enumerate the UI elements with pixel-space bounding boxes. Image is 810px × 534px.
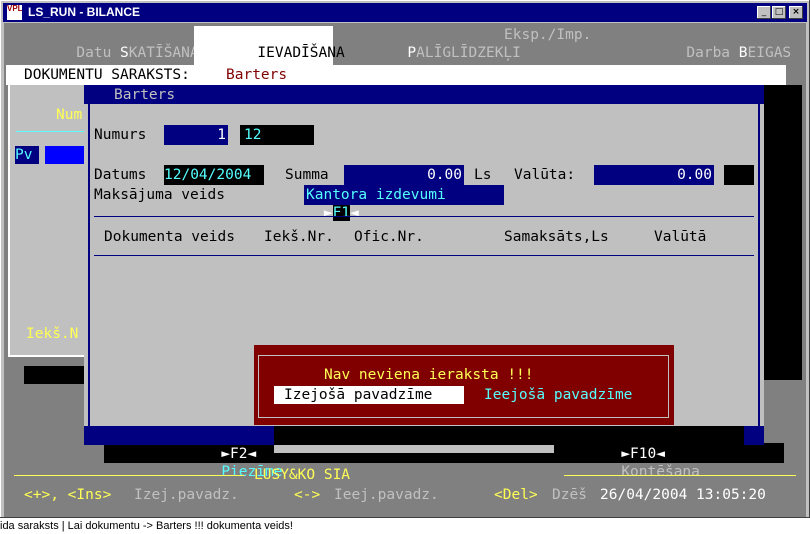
app-window: VPLS LS_RUN - BILANCE _ □ × Datu SKATĪŠA… [0,0,810,518]
minimize-icon[interactable]: _ [757,6,771,19]
menu-label: Datu [76,45,121,61]
menu-hotkey: P [407,45,417,61]
valuta-label: Valūta: [514,167,576,183]
hint-minus-key: <-> [294,487,321,503]
ls-label: Ls [474,167,492,183]
menu-label: ALĪGLĪDZEKĻI [416,45,521,61]
list-column-fragment: Num [56,107,83,123]
menu-label: KATĪŠANA [128,45,199,61]
column-valuta: Valūtā [654,229,707,245]
menu-label: EVADĪŠANA [266,45,345,61]
dialog-title-bar: Barters [84,85,764,104]
hint-minus-text: Ieej.pavadz. [334,487,439,503]
f2-key-label: F2 [230,446,248,462]
alert-message: Nav neviena ieraksta !!! [324,367,534,383]
option-izejosa-button[interactable]: Izejošā pavadzīme [274,386,464,404]
dialog-border-left [88,104,90,426]
valuta-field[interactable]: 0.00 [594,165,714,185]
maksajuma-veids-label: Maksājuma veids [94,187,225,203]
dialog-border-right [758,104,760,426]
dialog-title: Barters [114,87,176,103]
app-icon: VPLS [7,5,22,20]
arrow-right-icon: ► [323,205,333,221]
summa-label: Summa [285,167,329,183]
hint-ins-key: <+>, <Ins> [24,487,112,503]
maksajuma-veids-field[interactable]: Kantora izdevumi [304,185,504,205]
menu-eksp-imp[interactable]: Eksp./Imp. [504,26,591,44]
shadow [24,366,86,384]
numurs-field[interactable]: 1 [164,125,228,145]
alert-dialog: Nav neviena ieraksta !!! Izejošā pavadzī… [254,345,674,425]
datums-label: Datums [94,167,147,183]
menu-hotkey: S [120,45,129,61]
arrow-left-icon: ◄ [350,205,359,221]
document-list-window: DOKUMENTU SARAKSTS: Barters [6,65,786,85]
clock: 26/04/2004 13:05:20 [600,487,766,503]
list-title-value: Barters [226,67,288,83]
alert-border-top [258,355,668,356]
title-bar[interactable]: VPLS LS_RUN - BILANCE _ □ × [3,3,807,22]
numurs-field-2[interactable]: 12 [240,125,314,145]
datums-field[interactable]: 12/04/2004 [164,165,264,185]
list-bottom-fragment: Iekš.N [26,326,79,342]
maximize-icon[interactable]: □ [772,6,786,19]
alert-border-left [258,355,259,417]
column-dokumenta-veids: Dokumenta veids [104,229,235,245]
menu-label: EIGAS [747,45,792,61]
close-icon[interactable]: × [789,6,803,19]
list-row-fragment[interactable]: Pv [15,146,39,164]
menu-label: Darba [686,45,739,61]
footer-line-right [564,475,796,476]
arrow-left-icon: ◄ [247,446,257,462]
footer-line-left [14,475,244,476]
status-bar: ida saraksts | Lai dokumentu -> Barters … [0,520,293,532]
console-screen: Datu SKATĪŠANA IEVADĪŠANA PALĪGLĪDZEKĻI … [4,23,806,517]
column-ofic-nr: Ofic.Nr. [354,229,424,245]
option-ieejosa-button[interactable]: Ieejošā pavadzīme [484,386,632,404]
alert-border-bottom [258,417,669,418]
column-samaksats-ls: Samaksāts,Ls [504,229,609,245]
dialog-function-bar: ►F2◄ Piezīme ►F10◄ Kontēšana [84,426,764,480]
hint-del-text: Dzēš [552,487,587,503]
company-name: LUSY&KO SIA [254,467,351,483]
window-title: LS_RUN - BILANCE [28,5,141,19]
numurs-label: Numurs [94,127,147,143]
summa-field[interactable]: 0.00 [344,165,464,185]
table-top-divider [94,216,754,217]
column-ieks-nr: Iekš.Nr. [264,229,334,245]
status-strip [274,445,554,453]
arrow-right-icon: ► [221,446,231,462]
list-divider [16,131,92,132]
menu-hotkey: I [257,45,267,61]
hint-ins-text: Izej.pavadz. [134,487,239,503]
f10-action-label: Kontēšana [621,464,700,480]
alert-border-right [668,355,669,417]
table-header-divider [94,255,754,256]
menu-hotkey: B [738,45,748,61]
arrow-left-icon: ◄ [656,446,665,462]
hint-del-key: <Del> [494,487,538,503]
f1-key-label: F1 [332,205,351,221]
f10-key-label: F10 [630,446,657,462]
arrow-right-icon: ► [621,446,631,462]
valuta-code-field[interactable] [724,165,754,185]
list-title-label: DOKUMENTU SARAKSTS: [24,67,199,83]
shadow [764,85,802,380]
list-row-highlight[interactable] [45,146,89,164]
